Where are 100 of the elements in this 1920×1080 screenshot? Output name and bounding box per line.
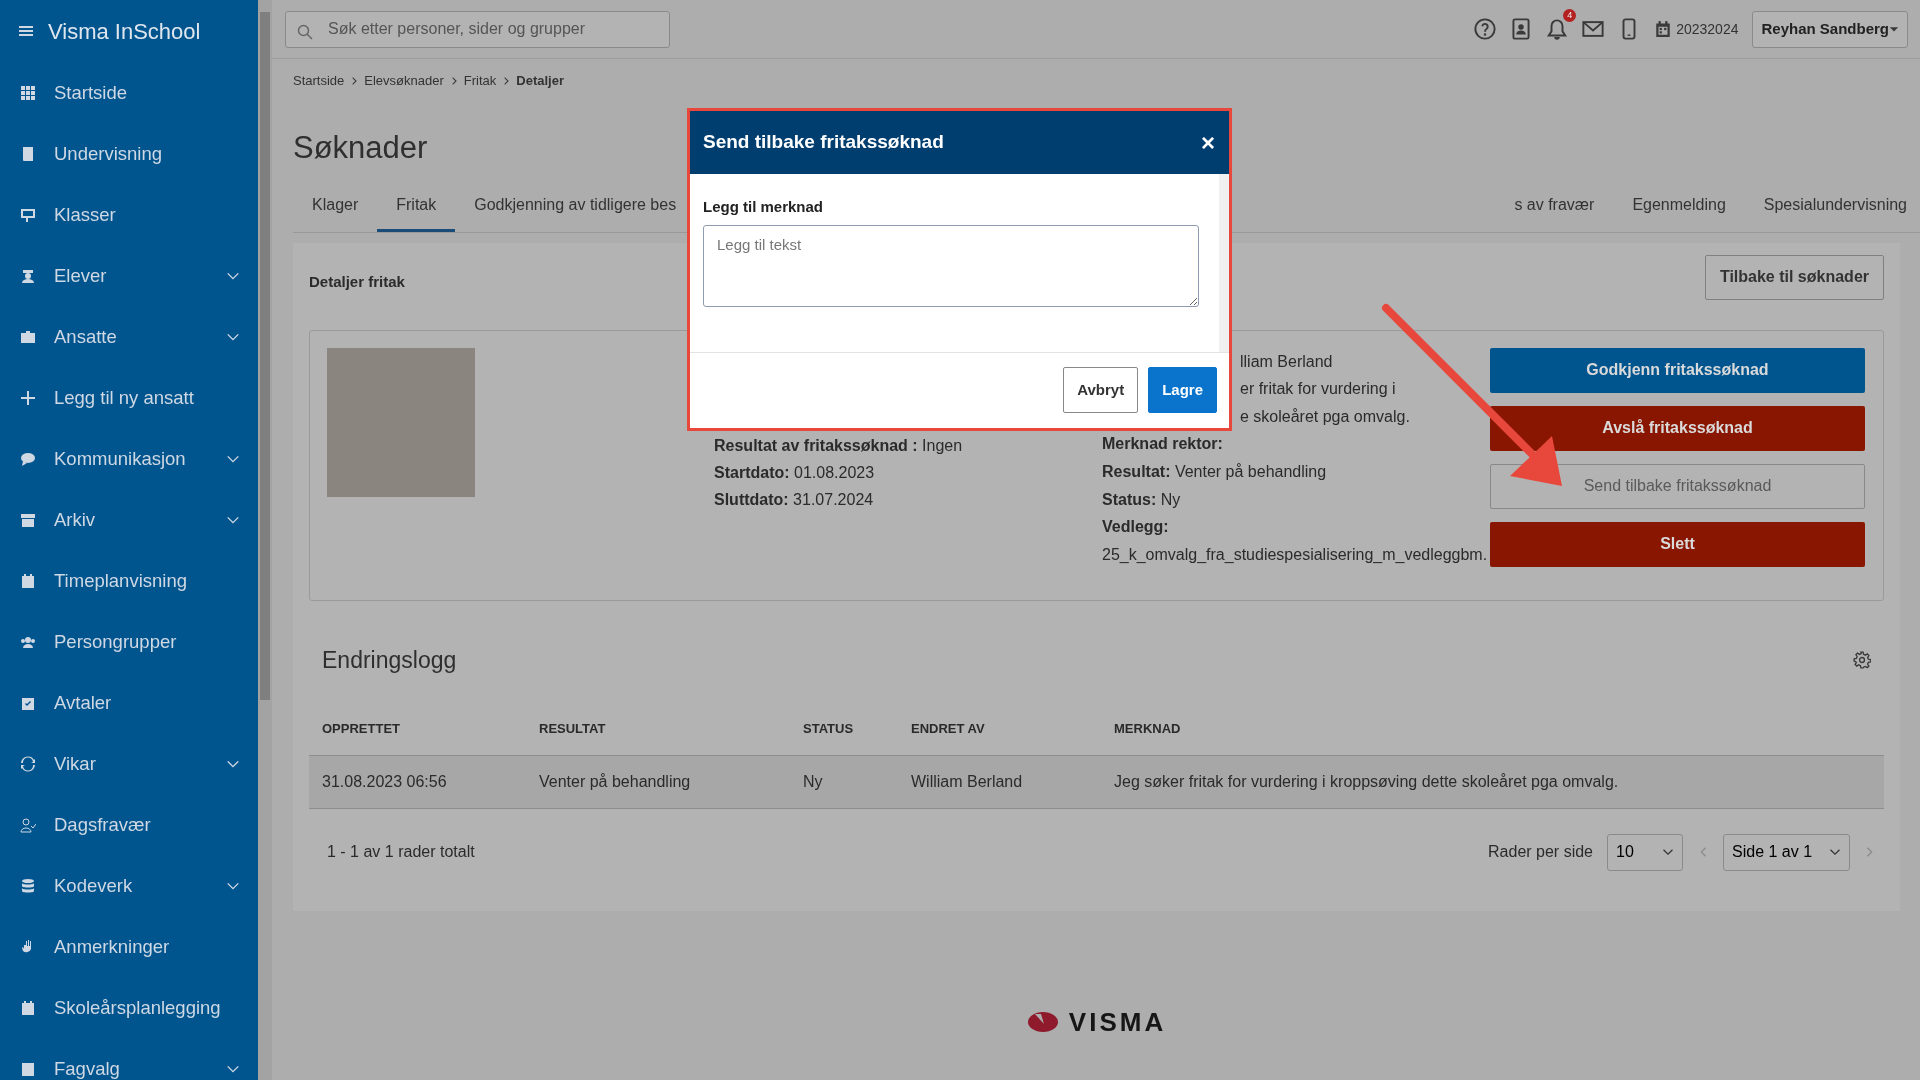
calendar-icon [20, 999, 36, 1016]
detail-label: Status: [1102, 490, 1157, 508]
app-title: Visma InSchool [48, 17, 201, 46]
action-button[interactable]: Send tilbake fritakssøknad [1490, 463, 1865, 509]
sidebar-item[interactable]: Kodeverk [0, 855, 258, 916]
detail-value: Venter på behandling [1174, 463, 1327, 481]
student-icon [20, 267, 36, 284]
dialog-title: Send tilbake fritakssøknad [703, 130, 944, 155]
detail-text: er fritak for vurdering i [1240, 380, 1396, 398]
attachment-link[interactable]: 25_k_omvalg_fra_studiespesialisering_m_vedleggbm. [1102, 545, 1488, 563]
column-header: ENDRET AV [898, 719, 1101, 756]
tab[interactable]: Godkjenning av tidligere bes [455, 192, 696, 232]
caret-icon [1889, 24, 1899, 34]
table-cell: Ny [790, 755, 898, 809]
scrollbar[interactable] [1219, 174, 1229, 352]
column-header: MERKNAD [1101, 719, 1884, 756]
visma-logo: VISMA [1068, 1005, 1167, 1039]
close-button[interactable]: × [1201, 130, 1215, 155]
rows-per-page-select[interactable]: 10 [1607, 833, 1683, 871]
detail-text: e skoleåret pga omvalg. [1240, 407, 1410, 425]
save-button[interactable]: Lagre [1148, 367, 1217, 413]
action-button[interactable]: Godkjenn fritakssøknad [1490, 347, 1865, 393]
rows-per-page-label: Rader per side [1488, 842, 1593, 863]
detail-label: Startdato: [714, 463, 790, 481]
tab[interactable]: Fritak [377, 192, 456, 232]
book-icon [20, 145, 36, 162]
table-cell: 31.08.2023 06:56 [309, 755, 526, 809]
detail-value: 01.08.2023 [794, 463, 875, 481]
sidebar-item[interactable]: Startside [0, 62, 258, 123]
sidebar-item[interactable]: Skoleårsplanlegging [0, 977, 258, 1038]
person-check-icon [20, 816, 36, 833]
sidebar-item[interactable]: Undervisning [0, 123, 258, 184]
mail-icon [1582, 18, 1605, 40]
search-field[interactable]: Søk etter personer, sider og grupper [285, 10, 670, 48]
page-title: Søknader [293, 128, 428, 166]
chevron-right-icon [350, 75, 359, 86]
back-button[interactable]: Tilbake til søknader [1704, 254, 1884, 300]
column-header: OPPRETTET [309, 719, 526, 756]
contact-card-icon [1510, 18, 1533, 40]
page-select[interactable]: Side 1 av 1 [1723, 833, 1850, 871]
field-label: Legg til merknad [703, 197, 825, 217]
sidebar-item[interactable]: Avtaler [0, 672, 258, 733]
sidebar-item[interactable]: Persongrupper [0, 611, 258, 672]
speech-bubble-icon [20, 450, 36, 467]
calendar-icon [20, 572, 36, 589]
logo-mark-icon [1026, 1011, 1059, 1034]
column-header: STATUS [790, 719, 898, 756]
detail-label: Resultat: [1102, 463, 1171, 481]
school-year: 20232024 [1676, 19, 1739, 39]
table-cell: Jeg søker fritak for vurdering i kroppsøving dette skoleåret pga omvalg. [1101, 755, 1884, 809]
sidebar-item[interactable]: Timeplanvisning [0, 550, 258, 611]
sidebar-item[interactable]: Legg til ny ansatt [0, 367, 258, 428]
section-title: Endringslogg [322, 645, 457, 675]
archive-icon [20, 511, 36, 528]
plus-icon [20, 389, 36, 406]
sidebar-item[interactable]: Kommunikasjon [0, 428, 258, 489]
breadcrumb-link[interactable]: Startside [293, 71, 345, 91]
comment-field[interactable]: Legg til tekst [703, 224, 1199, 307]
sidebar-item[interactable]: Dagsfravær [0, 794, 258, 855]
chevron-right-icon [502, 75, 511, 86]
cancel-button[interactable]: Avbryt [1063, 367, 1139, 413]
tab[interactable]: Klager [293, 192, 378, 232]
detail-label: Sluttdato: [714, 490, 789, 508]
sidebar-item[interactable]: Klasser [0, 184, 258, 245]
sidebar-item[interactable]: Fagvalg [0, 1038, 258, 1080]
action-button[interactable]: Slett [1490, 521, 1865, 567]
database-icon [20, 877, 36, 894]
detail-value: Ingen [922, 436, 963, 454]
breadcrumb-link[interactable]: Elevsøknader [364, 71, 444, 91]
scrollbar[interactable] [258, 0, 272, 1080]
tab[interactable]: Spesialundervisning [1744, 192, 1920, 232]
tab[interactable]: Egenmelding [1613, 192, 1745, 232]
sidebar-item[interactable]: Elever [0, 245, 258, 306]
sidebar-item[interactable]: Vikar [0, 733, 258, 794]
user-menu-button[interactable]: Reyhan Sandberg [1752, 10, 1908, 48]
board-icon [20, 206, 36, 223]
grid-icon [20, 84, 36, 101]
sidebar-item[interactable]: Arkiv [0, 489, 258, 550]
table-cell: William Berland [898, 755, 1101, 809]
detail-text: lliam Berland [1240, 352, 1333, 370]
sidebar-item[interactable]: Ansatte [0, 306, 258, 367]
action-button[interactable]: Avslå fritakssøknad [1490, 405, 1865, 451]
scrollbar-thumb[interactable] [260, 12, 270, 700]
detail-label: Resultat av fritakssøknad : [714, 436, 918, 454]
tab[interactable]: s av fravær [1495, 192, 1614, 232]
calendar-icon [1654, 18, 1673, 40]
menu-icon [18, 23, 34, 39]
settings-icon [1853, 650, 1871, 669]
sidebar-item[interactable]: Anmerkninger [0, 916, 258, 977]
detail-value: 31.07.2024 [793, 490, 874, 508]
detail-label: Merknad rektor: [1102, 435, 1223, 453]
table-cell: Venter på behandling [526, 755, 790, 809]
row-count: 1 - 1 av 1 rader totalt [327, 842, 475, 863]
notification-count: 4 [1563, 9, 1577, 22]
section-title: Detaljer fritak [309, 271, 405, 292]
detail-value: Ny [1160, 490, 1181, 508]
detail-label: Vedlegg: [1102, 518, 1169, 536]
bell-icon [1546, 18, 1569, 41]
breadcrumb-link[interactable]: Fritak [463, 71, 497, 91]
column-header: RESULTAT [526, 719, 790, 756]
